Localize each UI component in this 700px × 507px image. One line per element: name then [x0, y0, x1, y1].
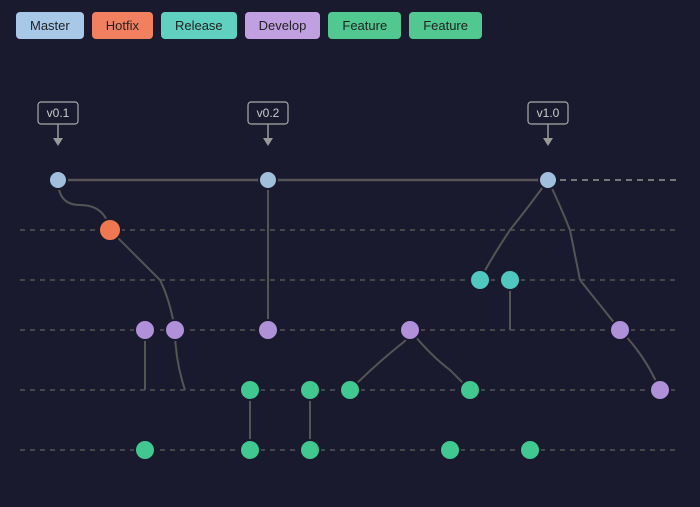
node-feature2-2 — [240, 440, 260, 460]
legend: Master Hotfix Release Develop Feature Fe… — [0, 0, 700, 51]
node-feature2-1 — [135, 440, 155, 460]
tag-v10: v1.0 — [537, 106, 560, 120]
node-feature1-3 — [340, 380, 360, 400]
legend-develop: Develop — [245, 12, 321, 39]
node-master-1 — [49, 171, 67, 189]
node-feature2-5 — [520, 440, 540, 460]
node-develop-2 — [165, 320, 185, 340]
node-develop-5 — [610, 320, 630, 340]
legend-master: Master — [16, 12, 84, 39]
node-master-2 — [259, 171, 277, 189]
node-feature1-4 — [460, 380, 480, 400]
node-release-1 — [470, 270, 490, 290]
node-feature2-3 — [300, 440, 320, 460]
legend-release: Release — [161, 12, 237, 39]
node-feature1-2 — [300, 380, 320, 400]
node-feature1-1 — [240, 380, 260, 400]
node-hotfix — [99, 219, 121, 241]
git-diagram: v0.1 v0.2 v1.0 — [0, 60, 700, 502]
node-feature2-4 — [440, 440, 460, 460]
node-develop-3 — [258, 320, 278, 340]
legend-hotfix: Hotfix — [92, 12, 153, 39]
diagram-svg: v0.1 v0.2 v1.0 — [0, 60, 700, 502]
tag-v01: v0.1 — [47, 106, 70, 120]
node-feature1-5 — [650, 380, 670, 400]
legend-feature1: Feature — [328, 12, 401, 39]
node-release-2 — [500, 270, 520, 290]
node-develop-1 — [135, 320, 155, 340]
tag-v02: v0.2 — [257, 106, 280, 120]
node-master-3 — [539, 171, 557, 189]
legend-feature2: Feature — [409, 12, 482, 39]
node-develop-4 — [400, 320, 420, 340]
